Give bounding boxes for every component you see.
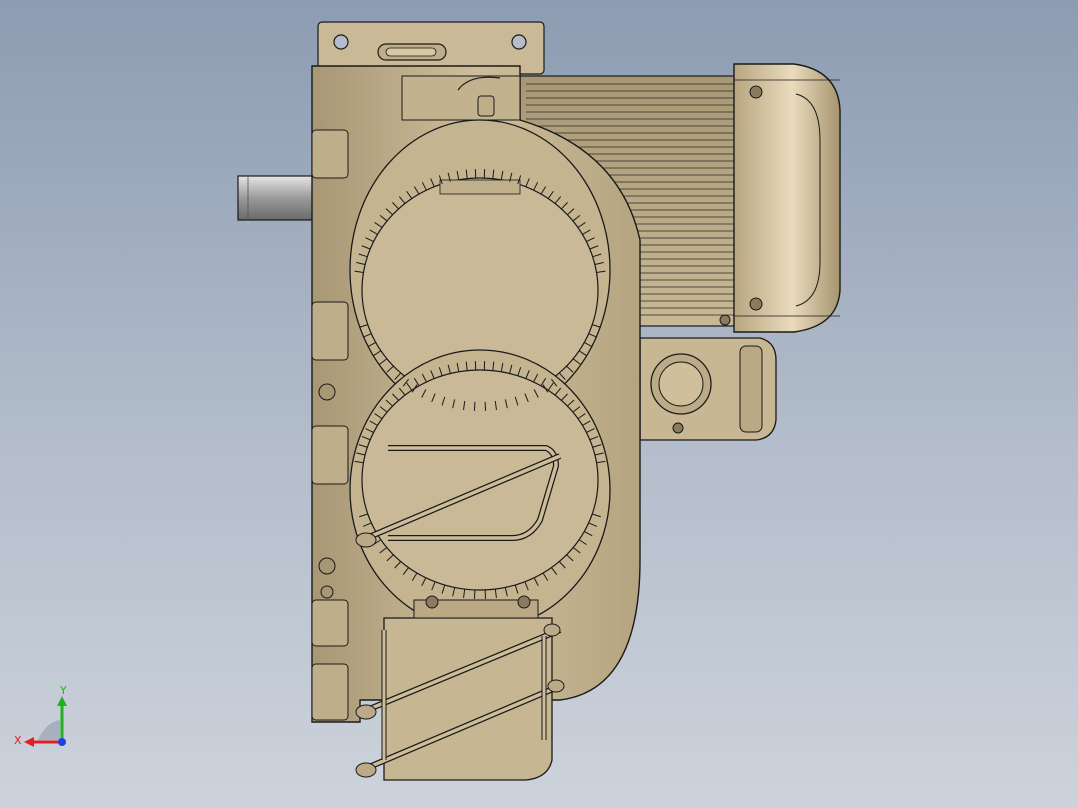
gear-motor-model[interactable]	[0, 0, 1078, 808]
triad-x-arrow	[24, 737, 34, 747]
graphics-viewport[interactable]: Y X	[0, 0, 1078, 808]
motor-end-cap[interactable]	[733, 63, 841, 333]
triad-y-arrow	[57, 696, 67, 706]
triad-x-label: X	[14, 734, 22, 747]
triad-z-axis	[58, 738, 66, 746]
terminal-box[interactable]	[639, 314, 777, 441]
coordinate-triad: Y X	[14, 684, 67, 747]
triad-y-label: Y	[59, 684, 67, 697]
output-shaft[interactable]	[237, 175, 321, 221]
triad-plane	[38, 720, 60, 740]
